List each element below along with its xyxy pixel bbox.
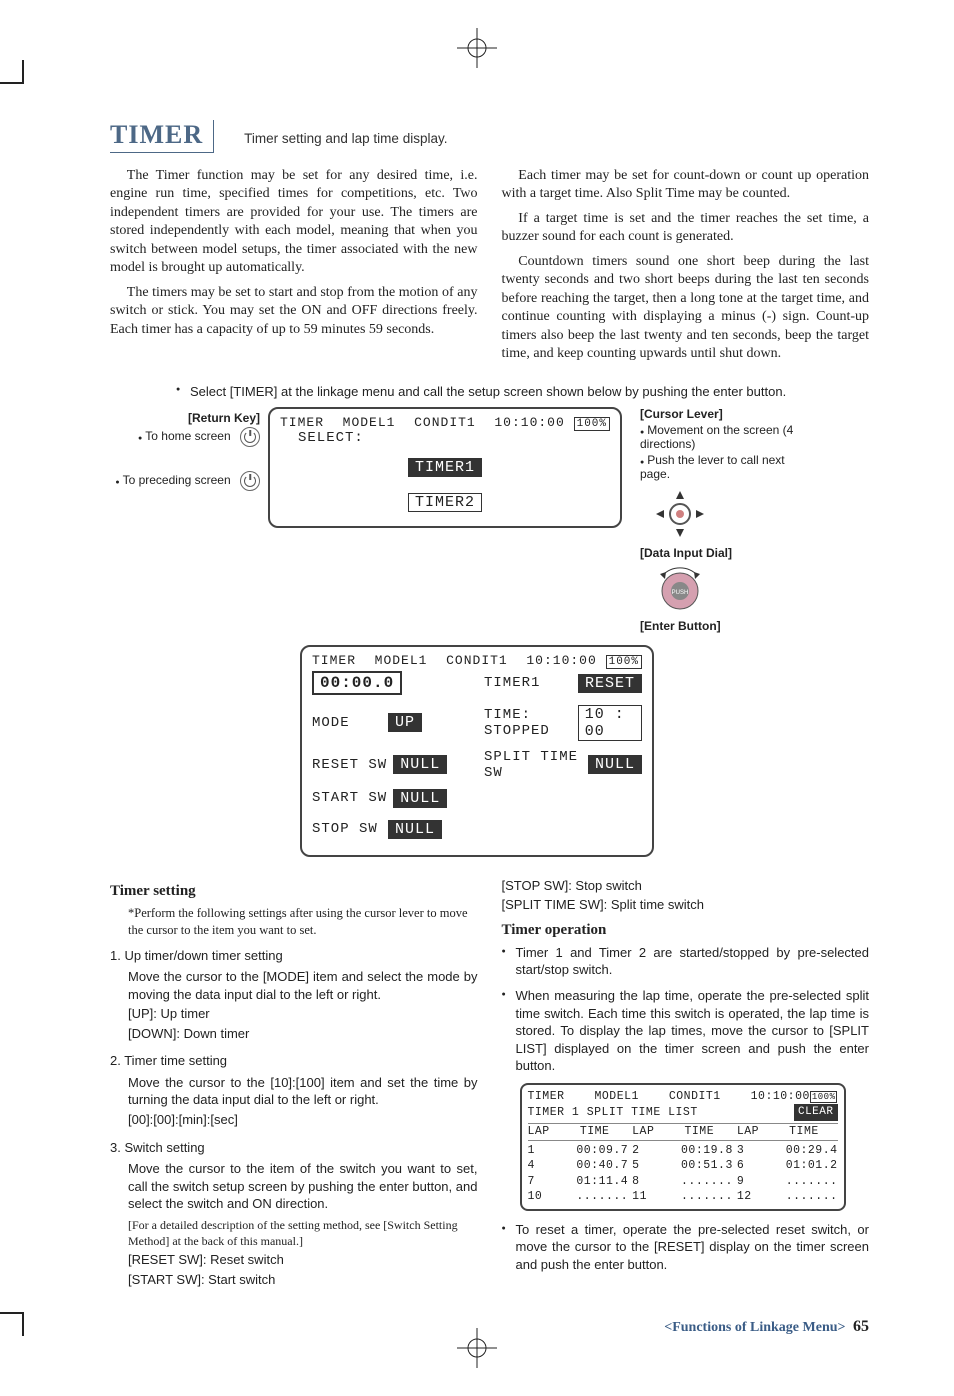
mode-value[interactable]: UP bbox=[388, 713, 422, 732]
svg-text:PUSH: PUSH bbox=[672, 590, 689, 596]
timer-value: 00:00.0 bbox=[312, 671, 402, 695]
crop-mark bbox=[0, 1312, 24, 1336]
back-button-icon bbox=[240, 471, 260, 491]
intro-right: Each timer may be set for count-down or … bbox=[502, 167, 870, 370]
startsw-value[interactable]: NULL bbox=[393, 789, 447, 808]
reset-button[interactable]: RESET bbox=[578, 674, 642, 693]
page-title: TIMER bbox=[110, 120, 214, 153]
stopsw-value[interactable]: NULL bbox=[388, 820, 442, 839]
clear-button[interactable]: CLEAR bbox=[794, 1104, 838, 1121]
cursor-legend: [Cursor Lever] Movement on the screen (4… bbox=[640, 407, 815, 633]
timer-setting-section: Timer setting *Perform the following set… bbox=[110, 875, 478, 1299]
lcd-select-screen: TIMER MODEL1 CONDIT1 10:10:00 100% SELEC… bbox=[268, 407, 622, 528]
page-subtitle: Timer setting and lap time display. bbox=[244, 131, 447, 146]
lead-instruction: Select [TIMER] at the linkage menu and c… bbox=[180, 384, 869, 401]
registration-mark bbox=[457, 28, 497, 68]
splitsw-value[interactable]: NULL bbox=[588, 755, 642, 774]
data-dial-icon: PUSH bbox=[640, 566, 720, 616]
lcd-timer-screen: TIMER MODEL1 CONDIT1 10:10:00 100% 00:00… bbox=[300, 645, 654, 857]
resetsw-value[interactable]: NULL bbox=[393, 755, 447, 774]
timer-operation-section: [STOP SW]: Stop switch [SPLIT TIME SW]: … bbox=[502, 875, 870, 1299]
lcd-split-list: TIMER MODEL1 CONDIT1 10:10:00100% TIMER … bbox=[520, 1083, 846, 1211]
time-value[interactable]: 10 : 00 bbox=[578, 705, 642, 741]
registration-mark bbox=[457, 1328, 497, 1368]
timer1-option[interactable]: TIMER1 bbox=[408, 458, 482, 477]
return-key-legend: [Return Key] To home screen To preceding… bbox=[110, 407, 260, 493]
timer2-option[interactable]: TIMER2 bbox=[408, 493, 482, 512]
home-button-icon bbox=[240, 427, 260, 447]
intro-left: The Timer function may be set for any de… bbox=[110, 167, 478, 370]
crop-mark bbox=[0, 60, 24, 84]
cursor-lever-icon bbox=[640, 487, 720, 541]
